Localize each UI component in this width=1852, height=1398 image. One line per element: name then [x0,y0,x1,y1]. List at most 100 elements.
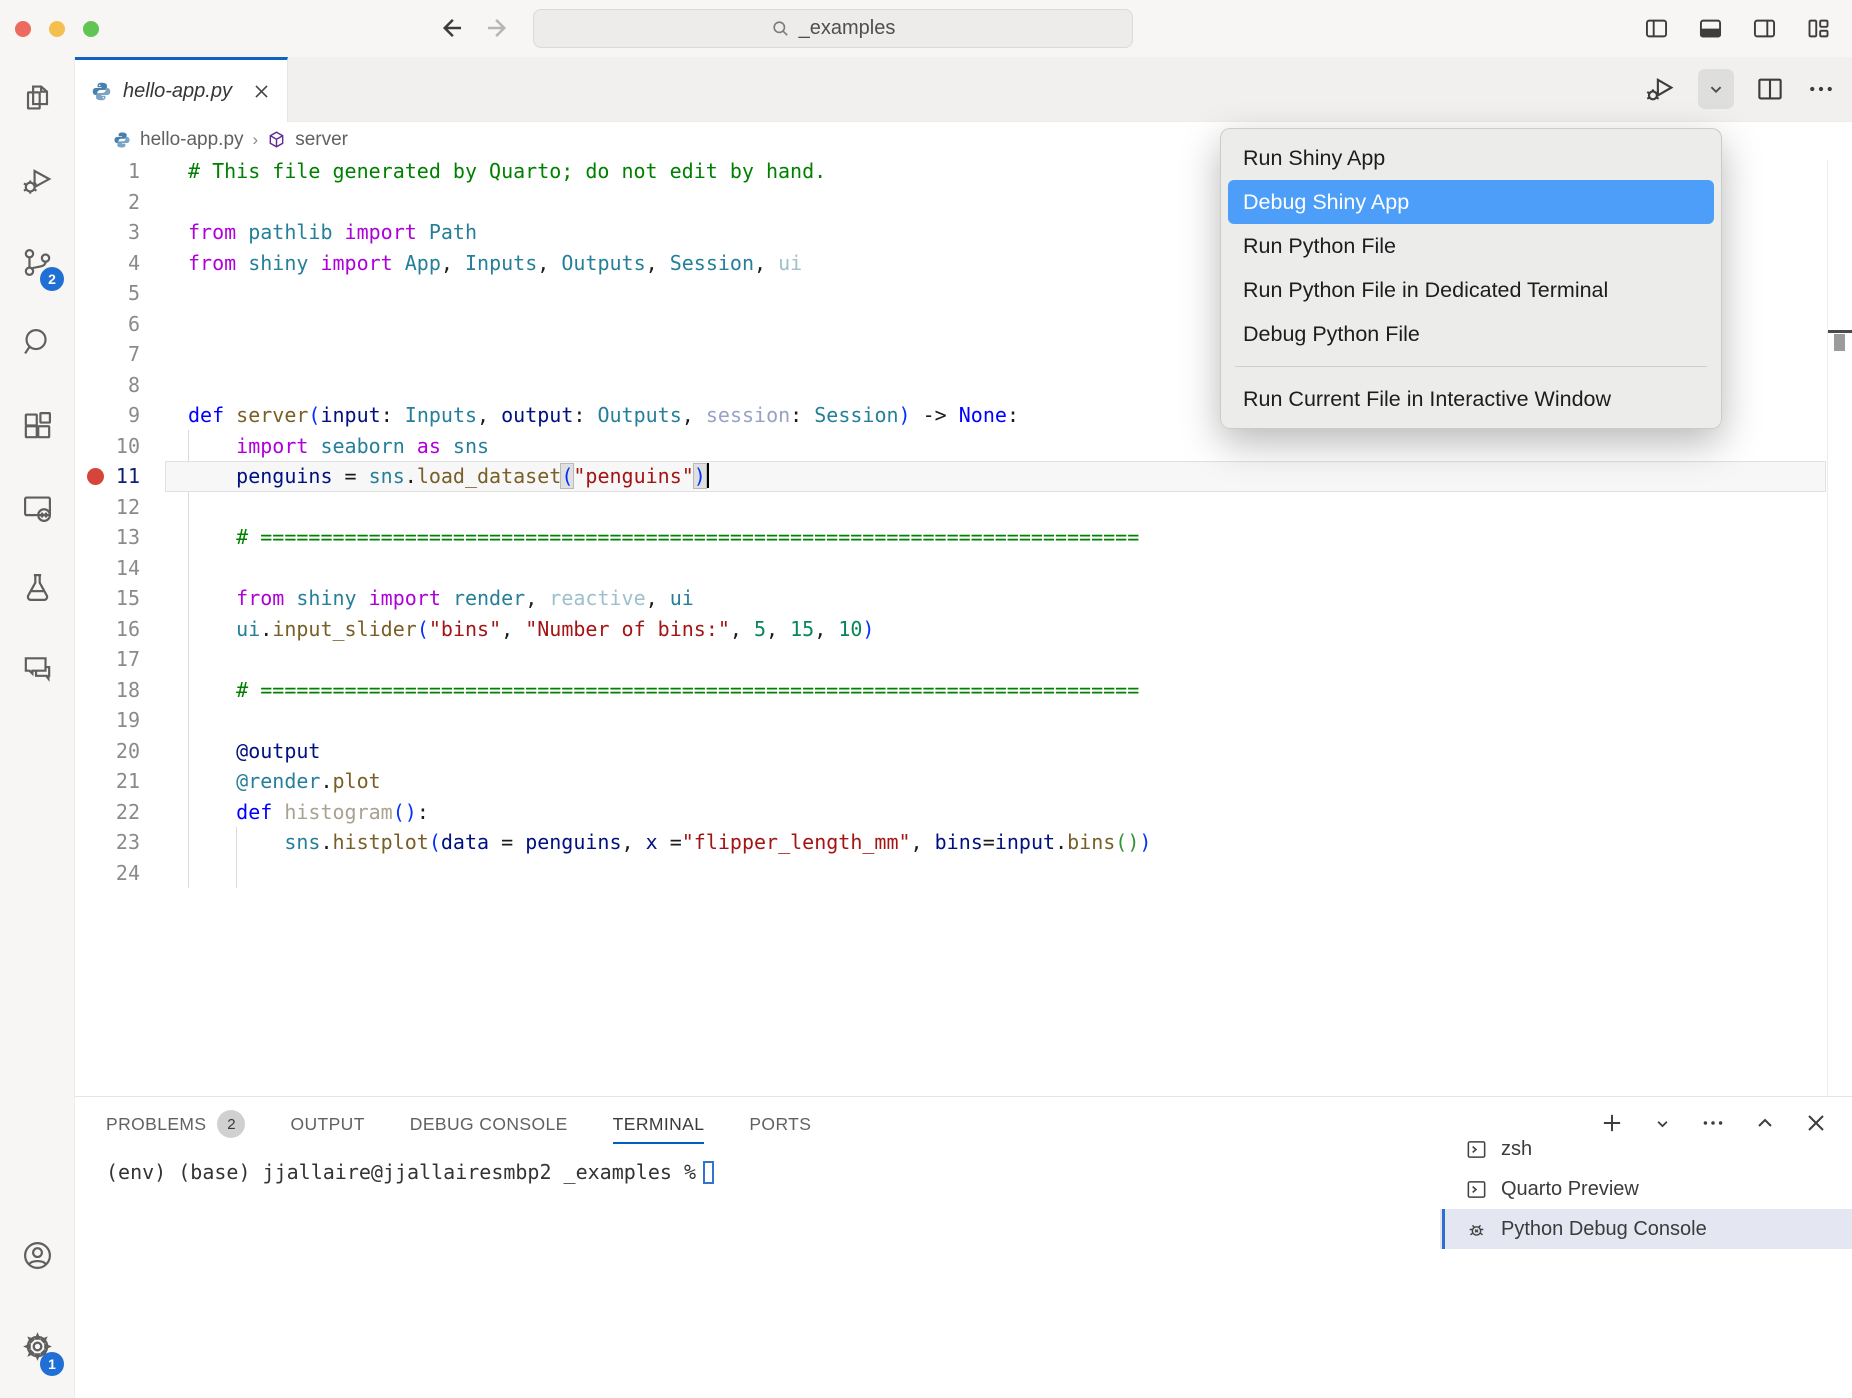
menu-item[interactable]: Debug Python File [1228,312,1714,356]
panel-tab-debug-console[interactable]: DEBUG CONSOLE [410,1097,568,1151]
line-number[interactable]: 13 [75,522,140,553]
line-number[interactable]: 6 [75,309,140,340]
search-icon [771,19,790,38]
forward-arrow-icon[interactable] [483,13,513,43]
accounts-icon[interactable] [20,1238,55,1273]
terminal-list-label: Quarto Preview [1501,1178,1639,1201]
code-text: sns.histplot(data = penguins, x ="flippe… [188,827,1151,858]
toggle-secondary-sidebar-icon[interactable] [1751,15,1778,42]
menu-item[interactable]: Run Python File in Dedicated Terminal [1228,268,1714,312]
line-number[interactable]: 15 [75,583,140,614]
menu-item[interactable]: Run Python File [1228,224,1714,268]
line-number[interactable]: 14 [75,553,140,584]
code-line[interactable]: 20 @output [75,736,1852,767]
search-sidebar-icon[interactable] [20,325,55,360]
toggle-sidebar-icon[interactable] [1643,15,1670,42]
line-number[interactable]: 18 [75,675,140,706]
symbol-method-icon [267,130,286,149]
code-line[interactable]: 14 [75,553,1852,584]
explorer-icon[interactable] [20,80,55,115]
line-number[interactable]: 5 [75,278,140,309]
zoom-window-button[interactable] [83,21,99,37]
panel-tab-ports[interactable]: PORTS [749,1097,811,1151]
minimize-window-button[interactable] [49,21,65,37]
code-text: @render.plot [188,766,381,797]
code-text: def histogram(): [188,797,429,828]
toggle-panel-icon[interactable] [1697,15,1724,42]
extensions-icon[interactable] [20,408,55,443]
close-window-button[interactable] [15,21,31,37]
line-number[interactable]: 19 [75,705,140,736]
line-number[interactable]: 21 [75,766,140,797]
panel-tab-label: PORTS [749,1114,811,1135]
code-line[interactable]: 24 [75,858,1852,889]
run-and-debug-icon[interactable] [20,163,55,198]
debug-run-icon[interactable] [1643,72,1677,106]
search-value: _examples [799,17,896,40]
line-number[interactable]: 1 [75,156,140,187]
line-number[interactable]: 12 [75,492,140,523]
terminal-list-item[interactable]: zsh [1440,1129,1852,1169]
line-number[interactable]: 9 [75,400,140,431]
terminal-prompt-line[interactable]: (env) (base) jjallaire@jjallairesmbp2 _e… [106,1160,714,1184]
tab-hello-app[interactable]: hello-app.py [75,57,288,122]
code-line[interactable]: 12 [75,492,1852,523]
code-line[interactable]: 21 @render.plot [75,766,1852,797]
breadcrumb-file[interactable]: hello-app.py [140,129,244,151]
tab-close-icon[interactable] [252,82,271,101]
line-number[interactable]: 4 [75,248,140,279]
command-center-search[interactable]: _examples [533,9,1133,48]
code-line[interactable]: 23 sns.histplot(data = penguins, x ="fli… [75,827,1852,858]
menu-item[interactable]: Run Shiny App [1228,136,1714,180]
panel-tab-terminal[interactable]: TERMINAL [613,1097,705,1151]
line-number[interactable]: 17 [75,644,140,675]
terminal-list-item[interactable]: Python Debug Console [1440,1209,1852,1249]
line-number[interactable]: 23 [75,827,140,858]
scrollbar-track[interactable] [1827,160,1828,1096]
terminal-list-item[interactable]: Quarto Preview [1440,1169,1852,1209]
breadcrumb-symbol[interactable]: server [295,129,348,151]
code-line[interactable]: 15 from shiny import render, reactive, u… [75,583,1852,614]
terminal-list-label: Python Debug Console [1501,1218,1707,1241]
back-arrow-icon[interactable] [436,13,466,43]
line-number[interactable]: 24 [75,858,140,889]
terminal-cursor [703,1161,714,1184]
panel-tab-problems[interactable]: PROBLEMS2 [106,1097,245,1151]
run-dropdown-button[interactable] [1698,69,1734,109]
line-number[interactable]: 7 [75,339,140,370]
code-text: import seaborn as sns [188,431,489,462]
customize-layout-icon[interactable] [1805,15,1832,42]
menu-item[interactable]: Debug Shiny App [1228,180,1714,224]
terminal-icon [1465,1138,1488,1161]
line-number[interactable]: 16 [75,614,140,645]
terminal-instance-list: zsh Quarto Preview Python Debug Console [1440,1129,1852,1249]
line-number[interactable]: 22 [75,797,140,828]
panel-tab-label: TERMINAL [613,1114,705,1135]
code-line[interactable]: 18 # ===================================… [75,675,1852,706]
remote-explorer-icon[interactable] [20,491,55,526]
more-actions-icon[interactable] [1806,74,1836,104]
menu-item[interactable]: Run Current File in Interactive Window [1228,377,1714,421]
split-editor-icon[interactable] [1755,74,1785,104]
line-number[interactable]: 11 [75,461,140,492]
text-cursor [707,463,710,488]
line-number[interactable]: 3 [75,217,140,248]
line-number[interactable]: 8 [75,370,140,401]
code-line[interactable]: 16 ui.input_slider("bins", "Number of bi… [75,614,1852,645]
scrollbar-thumb[interactable] [1834,334,1845,351]
panel-tab-output[interactable]: OUTPUT [290,1097,364,1151]
line-number[interactable]: 10 [75,431,140,462]
line-number[interactable]: 20 [75,736,140,767]
tab-label: hello-app.py [123,80,241,103]
code-line[interactable]: 22 def histogram(): [75,797,1852,828]
line-number[interactable]: 2 [75,187,140,218]
code-line[interactable]: 13 # ===================================… [75,522,1852,553]
code-text: from shiny import App, Inputs, Outputs, … [188,248,802,279]
code-line[interactable]: 10 import seaborn as sns [75,431,1852,462]
testing-icon[interactable] [20,570,55,605]
comments-icon[interactable] [20,651,55,686]
code-line[interactable]: 11 penguins = sns.load_dataset("penguins… [75,461,1852,492]
code-line[interactable]: 17 [75,644,1852,675]
code-line[interactable]: 19 [75,705,1852,736]
terminal-prompt: (env) (base) jjallaire@jjallairesmbp2 _e… [106,1160,696,1184]
